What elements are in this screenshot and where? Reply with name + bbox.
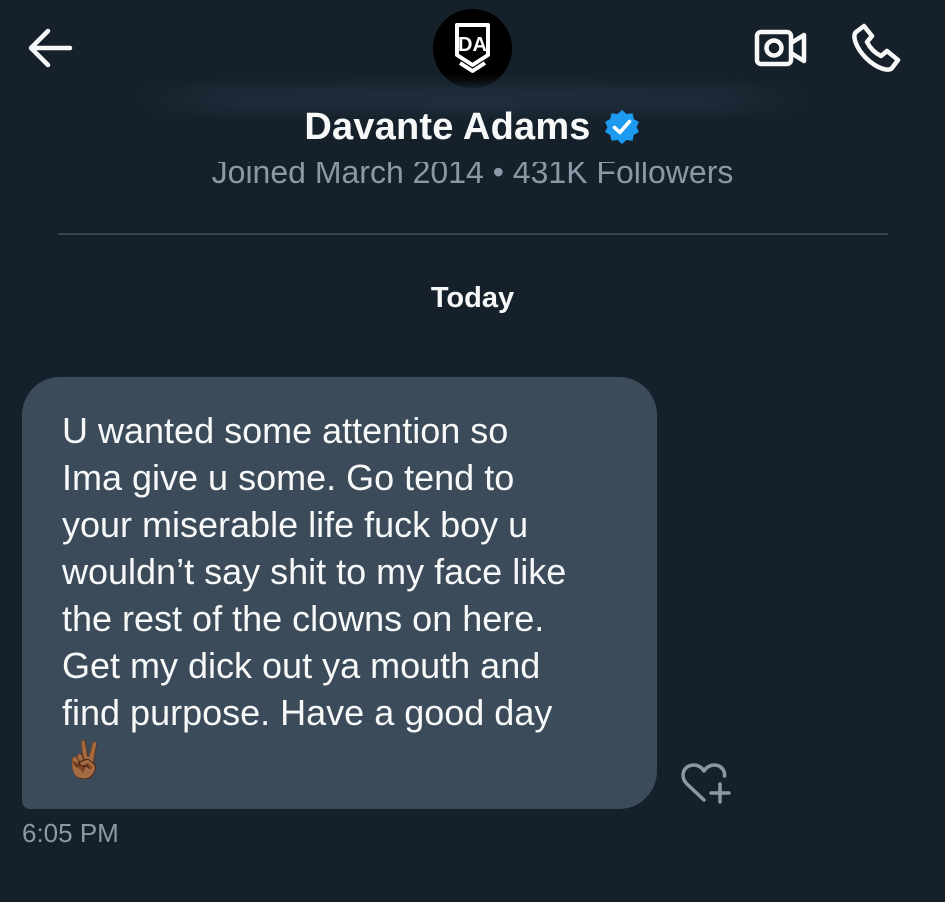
date-separator: Today: [430, 282, 515, 314]
verified-badge-icon: [604, 110, 639, 144]
dm-conversation-screen: DA Davante Adams Joined March 2014 • 431…: [0, 0, 945, 902]
joined-followers-text: Joined March 2014 • 431K Followers: [211, 162, 734, 186]
heart-plus-icon: [681, 763, 731, 804]
back-button[interactable]: [26, 26, 74, 70]
da-logo-icon: DA: [433, 9, 512, 88]
voice-call-button[interactable]: [848, 20, 906, 76]
divider: [58, 233, 888, 235]
message-text: U wanted some attention so Ima give u so…: [62, 410, 567, 780]
avatar[interactable]: DA: [433, 9, 512, 88]
message-bubble[interactable]: U wanted some attention so Ima give u so…: [22, 377, 657, 809]
react-button[interactable]: [678, 760, 734, 806]
profile-name-row[interactable]: Davante Adams: [0, 102, 945, 152]
video-camera-icon: [754, 29, 807, 67]
profile-subtitle: Joined March 2014 • 431K Followers: [0, 162, 945, 186]
svg-text:DA: DA: [458, 34, 487, 56]
message-timestamp: 6:05 PM: [22, 818, 119, 848]
video-call-button[interactable]: [752, 24, 810, 72]
display-name: Davante Adams: [304, 105, 591, 148]
arrow-left-icon: [28, 28, 73, 68]
phone-icon: [852, 23, 901, 72]
